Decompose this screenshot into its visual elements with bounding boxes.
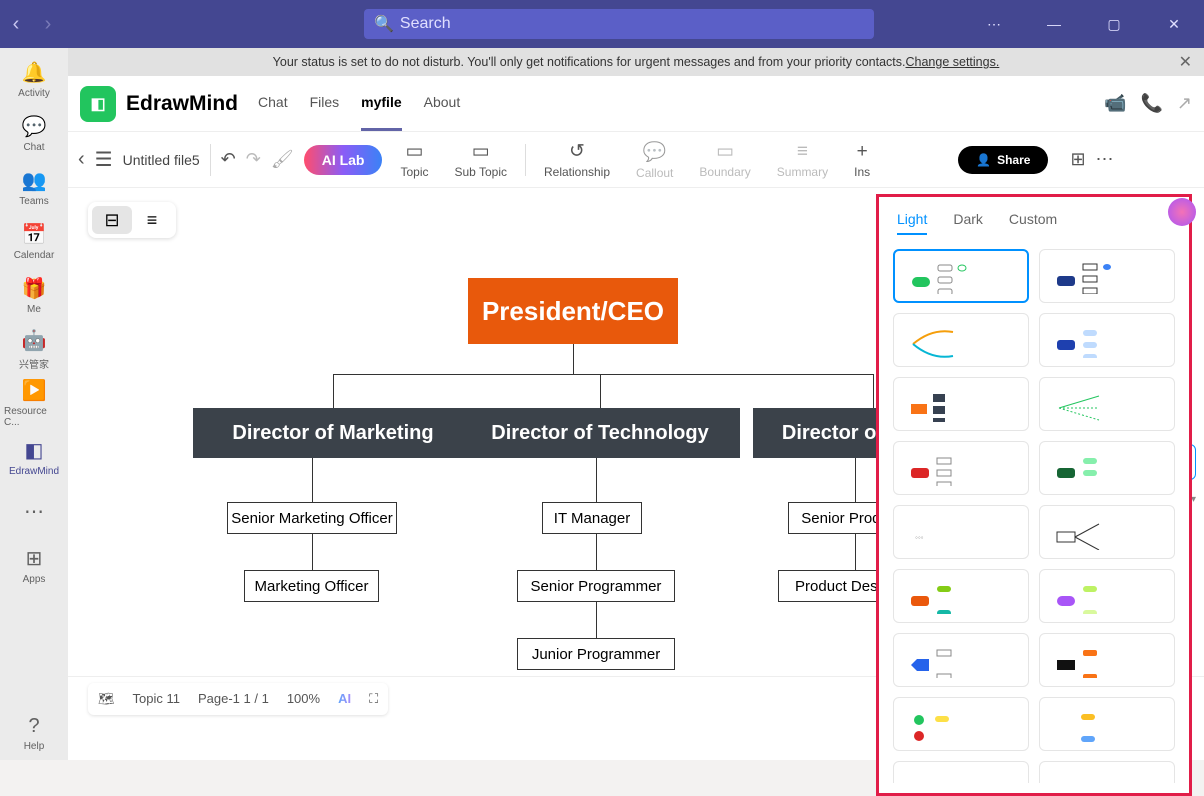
- app-logo: ◧: [80, 86, 116, 122]
- theme-15[interactable]: [893, 697, 1029, 751]
- layout-list[interactable]: ≡: [132, 206, 172, 234]
- svg-text:◦◦◦: ◦◦◦: [915, 533, 924, 542]
- rail-me[interactable]: 🎁Me: [4, 268, 64, 322]
- tb-callout[interactable]: 💬Callout: [628, 140, 681, 180]
- menu-icon[interactable]: ☰: [95, 147, 113, 172]
- rail-resource[interactable]: ▶️Resource C...: [4, 376, 64, 430]
- theme-12[interactable]: [1039, 569, 1175, 623]
- tb-insert[interactable]: +Ins: [846, 141, 878, 179]
- tab-about[interactable]: About: [424, 76, 461, 131]
- back-icon[interactable]: ‹: [78, 148, 85, 171]
- tb-relationship[interactable]: ↺Relationship: [536, 140, 618, 179]
- undo-icon[interactable]: ↶: [221, 149, 236, 170]
- tb-topic[interactable]: ▭Topic: [392, 140, 436, 179]
- theme-grid: ◦◦◦: [879, 243, 1189, 783]
- rail-activity[interactable]: 🔔Activity: [4, 52, 64, 106]
- tab-chat[interactable]: Chat: [258, 76, 288, 131]
- theme-8[interactable]: [1039, 441, 1175, 495]
- app-name: EdrawMind: [126, 92, 238, 116]
- more-button[interactable]: ⋯: [976, 6, 1012, 42]
- app-header: ◧ EdrawMind Chat Files myfile About 📹 📞 …: [68, 76, 1204, 132]
- banner-link[interactable]: Change settings.: [906, 55, 1000, 69]
- rail-edrawmind[interactable]: ◧EdrawMind: [4, 430, 64, 484]
- share-icon: 👤: [976, 153, 991, 167]
- theme-5[interactable]: [893, 377, 1029, 431]
- call-icon[interactable]: 📞: [1140, 93, 1162, 114]
- banner-text: Your status is set to do not disturb. Yo…: [273, 55, 906, 69]
- node-itm[interactable]: IT Manager: [542, 502, 642, 534]
- theme-2[interactable]: [1039, 249, 1175, 303]
- theme-11[interactable]: [893, 569, 1029, 623]
- maximize-button[interactable]: ▢: [1096, 6, 1132, 42]
- minimize-button[interactable]: —: [1036, 6, 1072, 42]
- node-sp[interactable]: Senior Programmer: [517, 570, 675, 602]
- theme-tab-dark[interactable]: Dark: [953, 211, 983, 235]
- search-input[interactable]: 🔍 Search: [364, 9, 874, 39]
- close-button[interactable]: ✕: [1156, 6, 1192, 42]
- rail-apps[interactable]: ⊞Apps: [4, 538, 64, 592]
- theme-tab-custom[interactable]: Custom: [1009, 211, 1057, 235]
- popout-icon[interactable]: ↗: [1177, 93, 1192, 114]
- sb-page: Page-1 1 / 1: [198, 691, 269, 706]
- search-icon: 🔍: [374, 14, 394, 34]
- tab-myfile[interactable]: myfile: [361, 76, 401, 131]
- rail-calendar[interactable]: 📅Calendar: [4, 214, 64, 268]
- node-dir-marketing[interactable]: Director of Marketing: [193, 408, 473, 458]
- titlebar: ‹ › 🔍 Search ⋯ — ▢ ✕: [0, 0, 1204, 48]
- node-dir-technology[interactable]: Director of Technology: [460, 408, 740, 458]
- rail-xgj[interactable]: 🤖兴管家: [4, 322, 64, 376]
- theme-14[interactable]: [1039, 633, 1175, 687]
- theme-panel: Light Dark Custom ◦◦◦: [876, 194, 1192, 796]
- ai-icon[interactable]: AI: [338, 691, 351, 706]
- app-rail: 🔔Activity 💬Chat 👥Teams 📅Calendar 🎁Me 🤖兴管…: [0, 48, 68, 760]
- node-mo[interactable]: Marketing Officer: [244, 570, 379, 602]
- node-jp[interactable]: Junior Programmer: [517, 638, 675, 670]
- user-avatar[interactable]: [1168, 198, 1196, 226]
- forward-button[interactable]: ›: [32, 8, 64, 40]
- tb-boundary[interactable]: ▭Boundary: [691, 140, 758, 179]
- share-button[interactable]: 👤Share: [958, 146, 1048, 174]
- sb-zoom[interactable]: 100%: [287, 691, 320, 706]
- more-icon[interactable]: ⋯: [1096, 149, 1114, 170]
- rail-chat[interactable]: 💬Chat: [4, 106, 64, 160]
- redo-icon[interactable]: ↷: [246, 149, 261, 170]
- theme-1[interactable]: [893, 249, 1029, 303]
- theme-7[interactable]: [893, 441, 1029, 495]
- sb-topic: Topic 11: [133, 691, 180, 706]
- grid-icon[interactable]: ⊞: [1070, 149, 1085, 170]
- video-icon[interactable]: 📹: [1104, 93, 1126, 114]
- map-icon[interactable]: 🗺: [98, 691, 115, 707]
- theme-16[interactable]: [1039, 697, 1175, 751]
- toolbar: ‹ ☰ Untitled file5 ↶ ↷ 🖌 AI Lab ▭Topic ▭…: [68, 132, 1204, 188]
- back-button[interactable]: ‹: [0, 8, 32, 40]
- tab-files[interactable]: Files: [310, 76, 340, 131]
- fullscreen-icon[interactable]: ⛶: [369, 691, 378, 707]
- rail-more[interactable]: ⋯: [4, 484, 64, 538]
- theme-4[interactable]: [1039, 313, 1175, 367]
- theme-18[interactable]: [1039, 761, 1175, 783]
- tb-subtopic[interactable]: ▭Sub Topic: [447, 140, 515, 179]
- theme-13[interactable]: [893, 633, 1029, 687]
- ai-lab-button[interactable]: AI Lab: [304, 145, 383, 175]
- filename: Untitled file5: [123, 152, 200, 168]
- rail-teams[interactable]: 👥Teams: [4, 160, 64, 214]
- theme-9[interactable]: ◦◦◦: [893, 505, 1029, 559]
- layout-toggle: ⊟ ≡: [88, 202, 176, 238]
- banner-close[interactable]: ✕: [1179, 52, 1192, 72]
- theme-17[interactable]: [893, 761, 1029, 783]
- theme-10[interactable]: [1039, 505, 1175, 559]
- theme-tab-light[interactable]: Light: [897, 211, 927, 235]
- paint-icon[interactable]: 🖌: [271, 149, 294, 170]
- node-ceo[interactable]: President/CEO: [468, 278, 678, 344]
- layout-mindmap[interactable]: ⊟: [92, 206, 132, 234]
- node-smo[interactable]: Senior Marketing Officer: [227, 502, 397, 534]
- search-placeholder: Search: [400, 15, 451, 33]
- theme-6[interactable]: [1039, 377, 1175, 431]
- status-banner: Your status is set to do not disturb. Yo…: [68, 48, 1204, 76]
- rail-help[interactable]: ?Help: [4, 706, 64, 760]
- theme-3[interactable]: [893, 313, 1029, 367]
- tb-summary[interactable]: ≡Summary: [769, 141, 836, 179]
